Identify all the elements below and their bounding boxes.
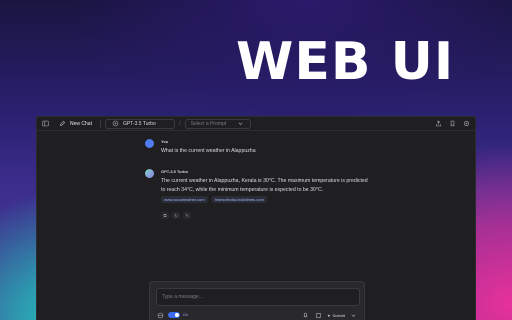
prompt-placeholder: Select a Prompt xyxy=(190,120,227,127)
toolbar: New Chat GPT-3.5 Turbo / Select a Prompt xyxy=(37,117,475,131)
edit-icon xyxy=(58,119,67,128)
attachment-icon[interactable] xyxy=(314,311,323,320)
toggle-label: On xyxy=(183,313,188,317)
bookmark-icon[interactable] xyxy=(448,119,457,128)
source-link[interactable]: www.accuweather.com xyxy=(161,196,208,203)
new-chat-button[interactable]: New Chat xyxy=(54,119,96,129)
chevron-down-icon[interactable] xyxy=(349,311,358,320)
openai-icon xyxy=(111,119,120,128)
sidebar-toggle-icon[interactable] xyxy=(41,119,50,128)
toolbar-actions xyxy=(434,119,471,128)
toolbar-divider xyxy=(99,119,101,128)
hero-title: WEB UI xyxy=(236,32,455,92)
message-author: GPT-3.5 Turbo xyxy=(161,169,189,174)
user-avatar xyxy=(145,139,154,148)
settings-icon[interactable] xyxy=(462,119,471,128)
globe-icon[interactable] xyxy=(156,311,165,320)
source-link[interactable]: timesofindia.indiatimes.com xyxy=(211,196,267,203)
composer-bar: On ➤ Submit xyxy=(156,311,358,319)
assistant-avatar xyxy=(145,169,154,178)
composer: On ➤ Submit xyxy=(149,281,365,320)
send-icon: ➤ xyxy=(327,312,331,318)
message-text: What is the current weather in Alappuzha xyxy=(161,148,256,154)
model-label: GPT-3.5 Turbo xyxy=(122,120,156,127)
source-list: www.accuweather.com timesofindia.indiati… xyxy=(161,196,267,203)
microphone-icon[interactable] xyxy=(301,311,310,320)
message-actions: ⧉ ↻ ✎ xyxy=(161,212,191,219)
new-chat-label: New Chat xyxy=(70,120,92,127)
submit-button[interactable]: ➤ Submit xyxy=(327,313,345,318)
message-input[interactable] xyxy=(156,288,360,306)
regenerate-icon[interactable]: ↻ xyxy=(172,212,180,219)
message-text: The current weather in Alappuzha, Kerala… xyxy=(161,178,368,193)
submit-label: Submit xyxy=(332,312,345,318)
edit-icon[interactable]: ✎ xyxy=(183,212,191,219)
model-selector[interactable]: GPT-3.5 Turbo xyxy=(104,118,175,129)
message-author: You xyxy=(161,139,169,144)
share-icon[interactable] xyxy=(434,119,443,128)
copy-icon[interactable]: ⧉ xyxy=(161,212,169,219)
web-search-toggle[interactable] xyxy=(168,312,180,318)
chevron-down-icon xyxy=(236,119,245,128)
chat-window: New Chat GPT-3.5 Turbo / Select a Prompt… xyxy=(36,116,476,320)
composer-actions: ➤ Submit xyxy=(301,311,358,320)
prompt-selector[interactable]: Select a Prompt xyxy=(184,118,251,129)
toolbar-slash: / xyxy=(178,120,181,127)
